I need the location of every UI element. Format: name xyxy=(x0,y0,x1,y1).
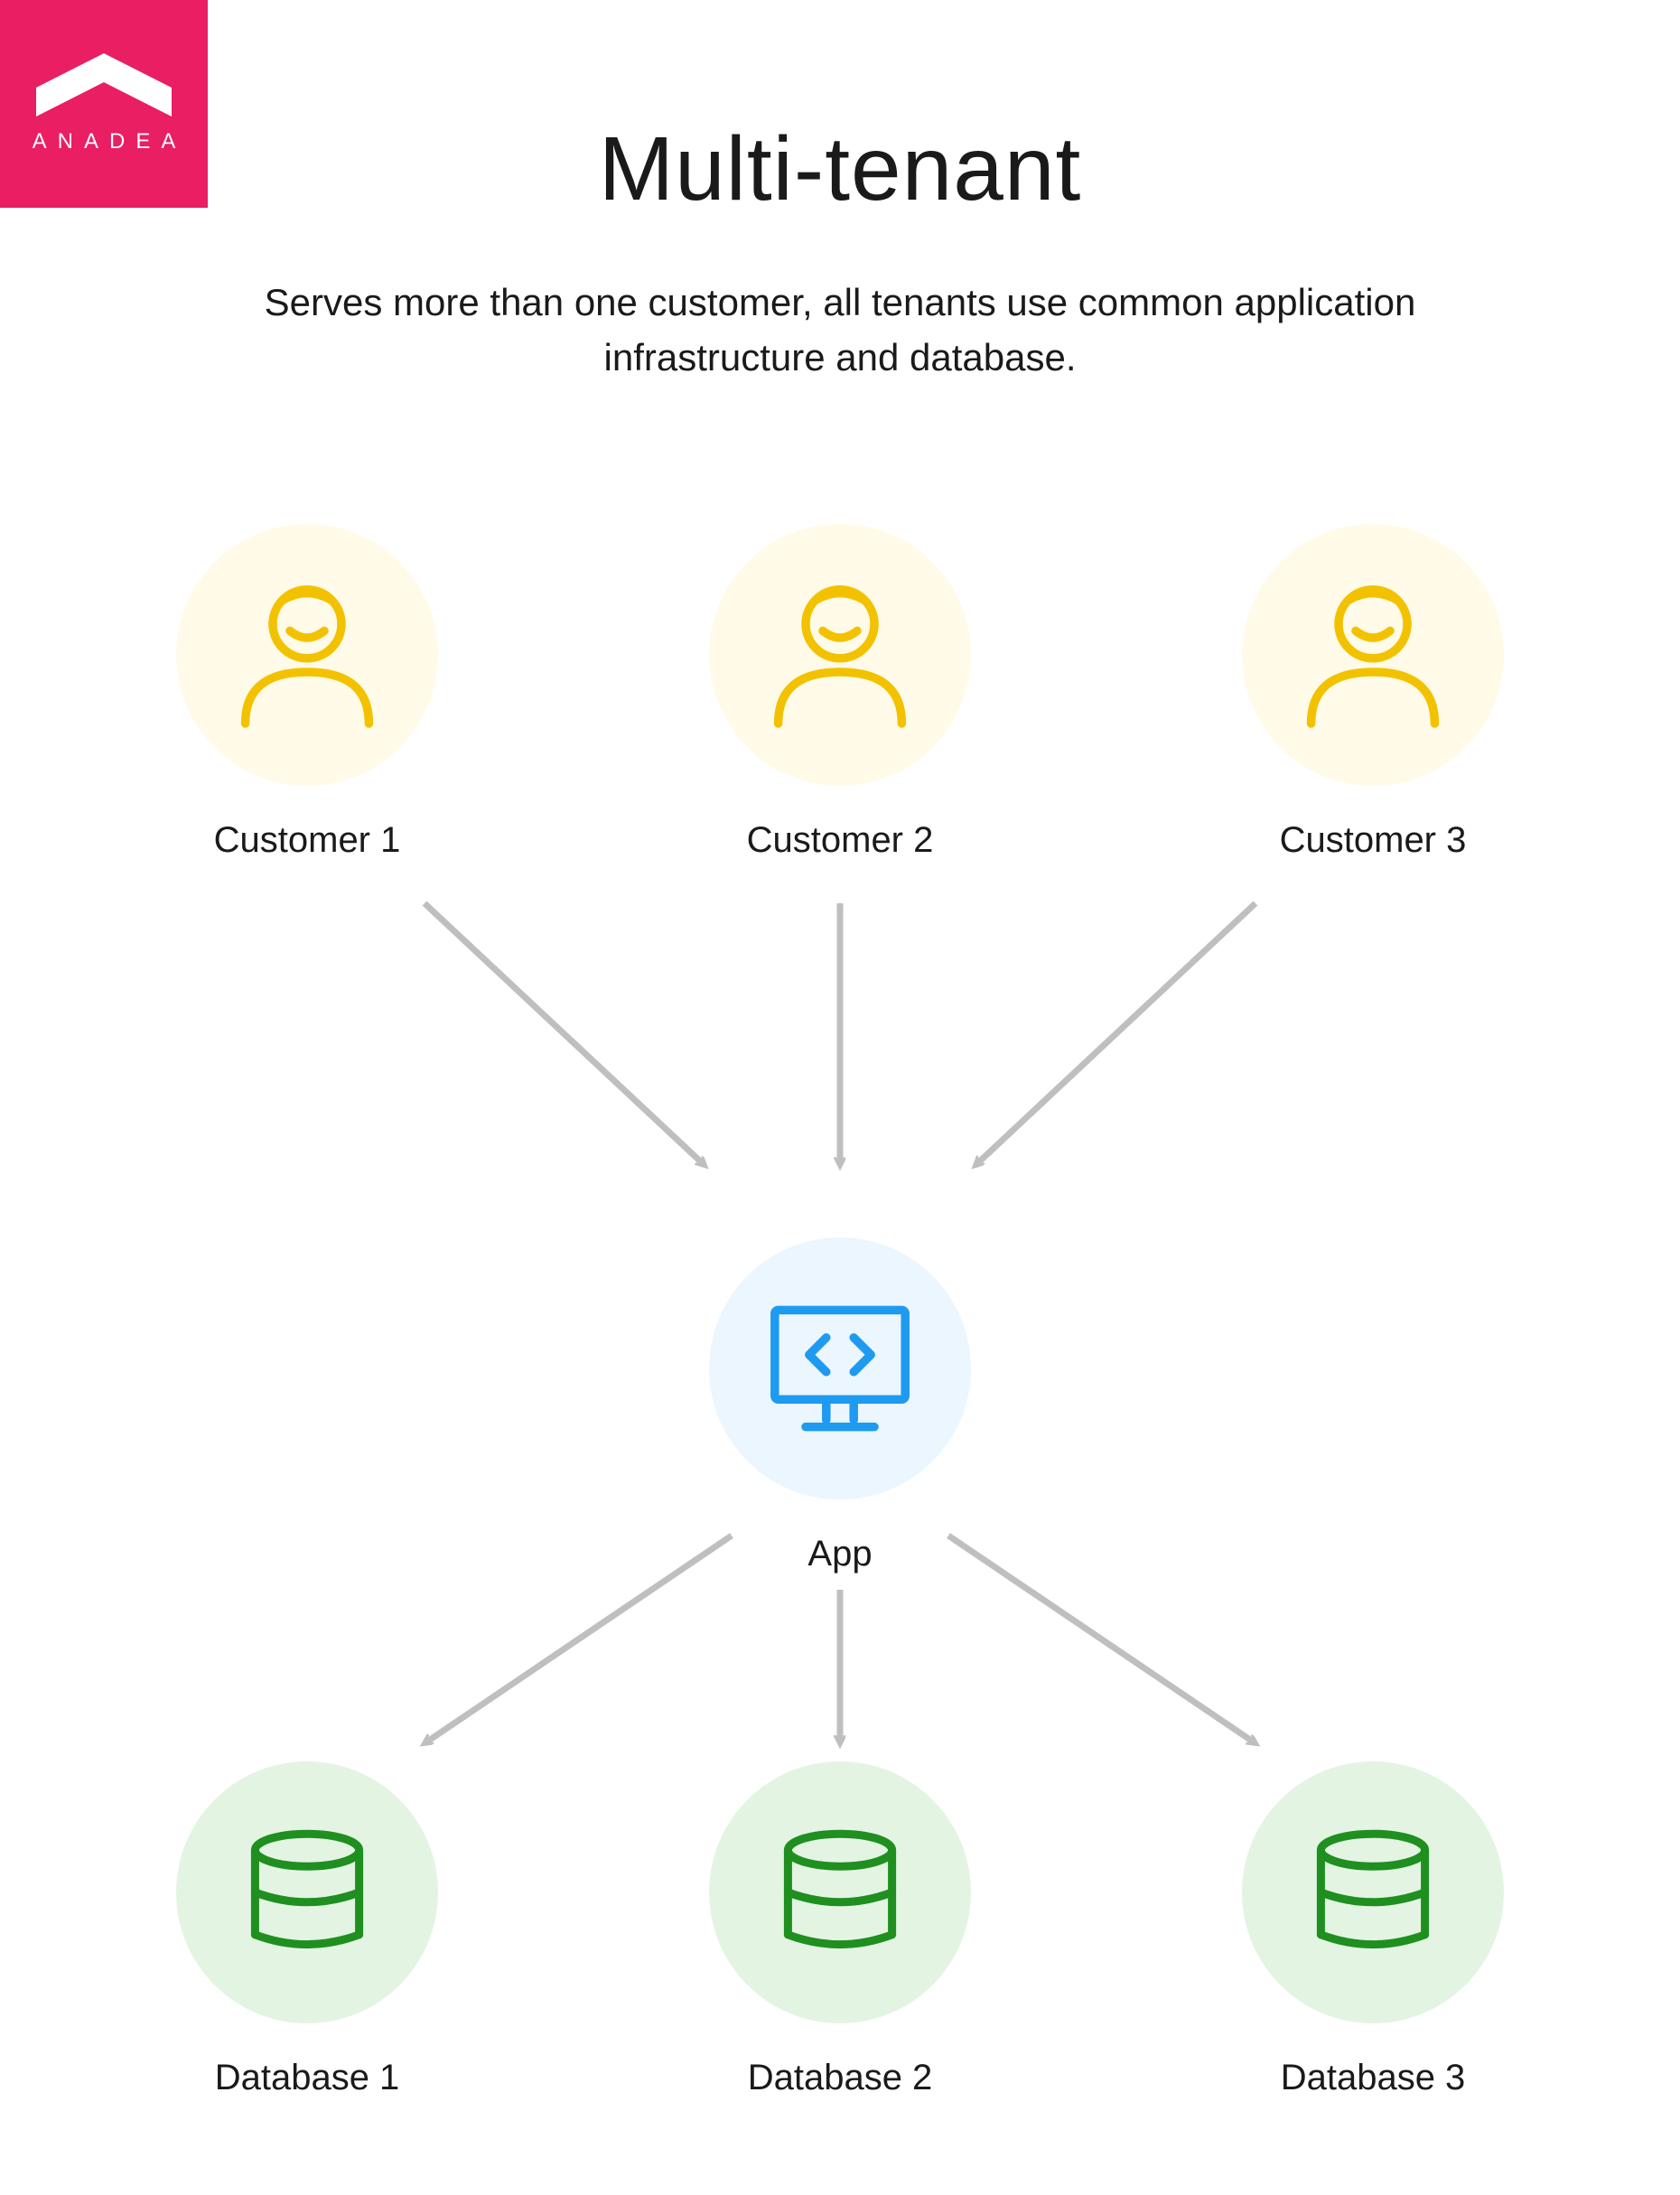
customer-label: Customer 1 xyxy=(214,820,401,861)
database-label: Database 3 xyxy=(1281,2058,1466,2098)
arrow-app-db1 xyxy=(425,1536,732,1743)
arrow-app-db3 xyxy=(948,1536,1255,1743)
app-node: App xyxy=(709,1238,971,1574)
logo-chevron-icon xyxy=(36,53,172,117)
customer-node-1: Customer 1 xyxy=(176,524,438,861)
customer-node-2: Customer 2 xyxy=(709,524,971,861)
arrow-customer3-app xyxy=(975,903,1255,1165)
customer-label: Customer 3 xyxy=(1280,820,1467,861)
user-icon xyxy=(709,524,971,786)
database-icon xyxy=(709,1761,971,2023)
database-node-1: Database 1 xyxy=(176,1761,438,2098)
app-label: App xyxy=(807,1534,872,1574)
user-icon xyxy=(176,524,438,786)
code-monitor-icon xyxy=(709,1238,971,1499)
database-label: Database 2 xyxy=(748,2058,933,2098)
customer-label: Customer 2 xyxy=(747,820,934,861)
database-node-3: Database 3 xyxy=(1242,1761,1504,2098)
user-icon xyxy=(1242,524,1504,786)
database-label: Database 1 xyxy=(215,2058,400,2098)
diagram-header: Multi-tenant Serves more than one custom… xyxy=(0,117,1680,386)
customer-node-3: Customer 3 xyxy=(1242,524,1504,861)
diagram-subtitle: Serves more than one customer, all tenan… xyxy=(208,276,1472,386)
database-node-2: Database 2 xyxy=(709,1761,971,2098)
arrow-customer1-app xyxy=(425,903,705,1165)
diagram-title: Multi-tenant xyxy=(0,117,1680,221)
database-icon xyxy=(176,1761,438,2023)
database-icon xyxy=(1242,1761,1504,2023)
